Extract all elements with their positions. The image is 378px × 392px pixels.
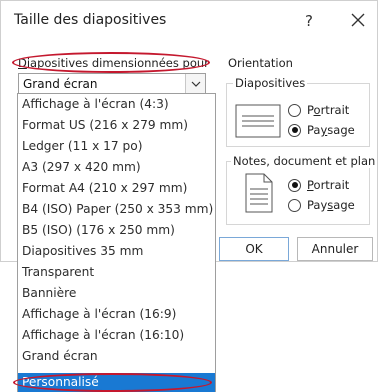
option-letter-us[interactable]: Format US (216 x 279 mm) [22,118,188,132]
combobox-dropdown-button[interactable] [185,74,205,93]
option-screen-16-10[interactable]: Affichage à l'écran (16:10) [22,328,184,342]
slide-size-label-accel: D [18,56,27,70]
notes-group-title: Notes, document et plan [231,154,378,168]
notes-portrait-radio[interactable]: Portrait [288,178,349,192]
slide-size-dropdown-list: Affichage à l'écran (4:3) Format US (216… [17,93,216,392]
ok-button[interactable]: OK [219,237,289,261]
option-b4-iso[interactable]: B4 (ISO) Paper (250 x 353 mm) [22,202,213,216]
option-screen-16-9[interactable]: Affichage à l'écran (16:9) [22,307,176,321]
portrait-page-icon [245,173,273,213]
help-button[interactable]: ? [299,10,319,32]
slides-portrait-label: Portrait [307,103,350,117]
notes-landscape-label: Paysage [307,198,355,212]
chevron-down-icon [191,81,201,87]
close-button[interactable] [347,9,369,31]
radio-circle [288,103,301,117]
radio-circle-checked [288,123,301,137]
option-35mm-slides[interactable]: Diapositives 35 mm [22,244,143,258]
close-icon [351,13,365,27]
slides-portrait-radio[interactable]: Portrait [288,103,349,117]
notes-landscape-radio[interactable]: Paysage [288,198,355,212]
option-overhead[interactable]: Transparent [22,265,94,279]
cancel-button[interactable]: Annuler [297,237,373,261]
orientation-label: Orientation [228,56,293,70]
slides-landscape-label: Paysage [307,123,355,137]
dialog-title: Taille des diapositives [14,12,167,28]
slide-size-label: Diapositives dimensionnées pour [18,56,209,70]
option-custom[interactable]: Personnalisé [18,373,215,392]
notes-portrait-label: Portrait [307,178,350,192]
slide-size-selected-value: Grand écran [23,77,98,91]
option-widescreen[interactable]: Grand écran [22,349,98,363]
option-screen-4-3[interactable]: Affichage à l'écran (4:3) [22,97,169,111]
slide-size-label-rest: iapositives dimensionnées pour [26,56,209,70]
radio-circle-checked [288,178,301,192]
slides-group-title: Diapositives [233,76,308,90]
slides-landscape-radio[interactable]: Paysage [288,123,355,137]
radio-circle [288,198,301,212]
option-ledger[interactable]: Ledger (11 x 17 po) [22,139,142,153]
option-a4[interactable]: Format A4 (210 x 297 mm) [22,181,187,195]
option-banner[interactable]: Bannière [22,286,76,300]
option-b5-iso[interactable]: B5 (ISO) (176 x 250 mm) [22,223,175,237]
slide-size-combobox[interactable]: Grand écran [18,73,206,94]
option-a3[interactable]: A3 (297 x 420 mm) [22,160,141,174]
landscape-page-icon [235,104,281,138]
title-bar: Taille des diapositives ? [1,1,377,41]
